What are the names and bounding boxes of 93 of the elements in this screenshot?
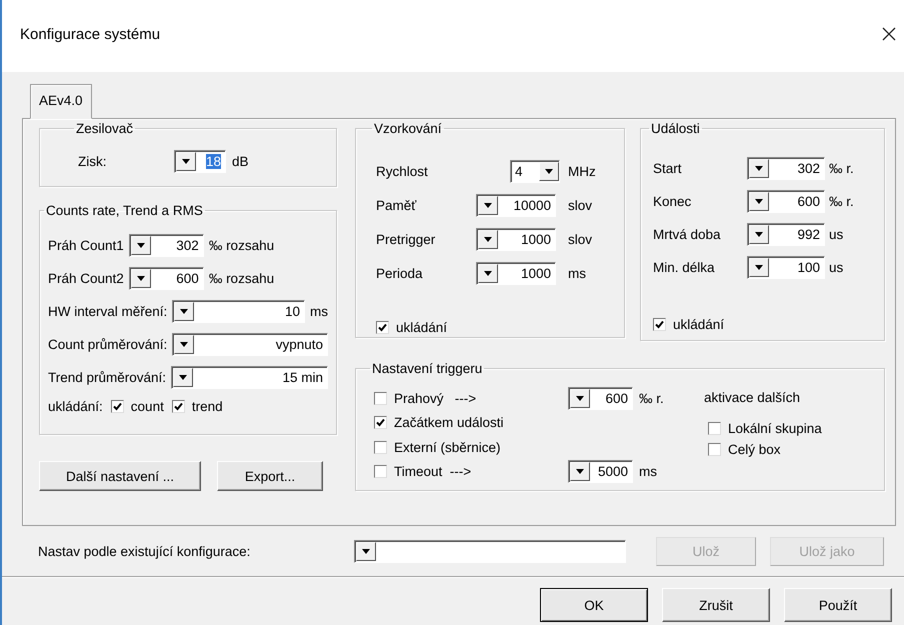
field-label: Zisk: [78, 154, 108, 169]
combo-box[interactable]: 10 [172, 300, 305, 323]
combo-box[interactable]: 600 [747, 190, 825, 213]
group-title: Události [650, 121, 701, 136]
dropdown-arrow-icon [136, 243, 145, 248]
checkbox[interactable]: Začátkem události [374, 415, 562, 430]
dropdown-arrow-icon [755, 232, 763, 237]
group-title: Zesilovač [75, 121, 134, 136]
field-label: Nastav podle existující konfigurace: [38, 544, 252, 558]
tab[interactable]: AEv4.0 [30, 84, 92, 119]
unit-label: MHz [568, 164, 597, 178]
combo-box[interactable]: 5000 [568, 460, 633, 484]
push-button[interactable]: Další nastavení ... [39, 461, 201, 491]
unit-label: ‰ r. [829, 194, 855, 209]
unit-label: ‰ rozsahu [208, 271, 274, 286]
dropdown-arrow-icon [484, 236, 492, 242]
push-button[interactable]: OK [540, 588, 648, 622]
combo-box[interactable] [354, 540, 626, 562]
field-label: HW interval měření: [48, 304, 168, 319]
check-icon [654, 319, 665, 330]
dropdown-arrow-icon [755, 199, 763, 204]
dropdown-arrow-icon [182, 159, 190, 164]
checkbox[interactable]: trend [172, 399, 223, 414]
combo-box[interactable]: 302 [747, 157, 825, 180]
dropdown-arrow-icon [362, 548, 370, 554]
dropdown-arrow-icon [180, 309, 188, 314]
combo-box[interactable]: 100 [747, 256, 825, 279]
dropdown-arrow-icon [136, 276, 145, 281]
unit-label: ms [310, 304, 328, 319]
field-label: Count průměrování: [48, 337, 168, 352]
push-button[interactable]: Export... [217, 461, 323, 491]
checkbox[interactable]: Prahový ---> [374, 390, 562, 406]
combo-box[interactable]: 4 [510, 160, 560, 182]
field-label: Pretrigger [376, 232, 436, 246]
checkbox[interactable]: Timeout ---> [374, 464, 562, 480]
group-title: Nastavení triggeru [371, 361, 484, 376]
combo-box[interactable]: 18 [174, 150, 226, 173]
unit-label: ‰ r. [639, 390, 665, 406]
field-label: Rychlost [376, 164, 429, 178]
unit-label: ms [568, 266, 587, 280]
dropdown-arrow-icon [484, 202, 492, 208]
field-label: Konec [653, 194, 692, 209]
section-label: aktivace dalších [704, 390, 802, 405]
unit-label: us [829, 260, 844, 275]
push-button[interactable]: Použít [784, 588, 892, 622]
combo-box[interactable]: 1000 [476, 228, 556, 250]
dropdown-arrow-icon [545, 168, 553, 174]
checkbox[interactable]: Externí (sběrnice) [374, 440, 562, 455]
field-label: Trend průměrování: [48, 370, 166, 385]
dropdown-arrow-icon [179, 375, 188, 380]
combo-box[interactable]: 992 [747, 223, 825, 246]
push-button[interactable]: Zrušit [662, 588, 770, 622]
check-icon [377, 322, 388, 333]
dropdown-arrow-icon [755, 265, 763, 270]
unit-label: slov [568, 198, 594, 212]
combo-box[interactable]: 10000 [476, 194, 556, 216]
check-icon [172, 401, 184, 412]
dropdown-arrow-icon [576, 469, 584, 474]
combo-box[interactable]: 302 [128, 234, 204, 257]
combo-box[interactable]: 600 [568, 386, 633, 410]
unit-label: ms [639, 464, 658, 480]
checkbox[interactable]: ukládání [376, 320, 448, 335]
field-label: ukládání: [48, 399, 103, 414]
checkbox[interactable]: ukládání [653, 317, 724, 332]
field-label: Mrtvá doba [653, 227, 722, 242]
unit-label: us [829, 227, 844, 242]
unit-label: slov [568, 232, 594, 246]
dropdown-arrow-icon [576, 396, 584, 401]
field-label: Min. délka [653, 260, 716, 275]
close-icon[interactable] [882, 27, 896, 41]
group-title: Vzorkování [373, 121, 443, 136]
combo-box[interactable]: 1000 [476, 262, 556, 284]
field-label: Start [653, 161, 683, 176]
field-label: Práh Count1 [48, 238, 124, 253]
combo-box[interactable]: 600 [128, 267, 204, 290]
field-label: Perioda [376, 266, 424, 280]
combo-box[interactable]: 15 min [171, 366, 328, 389]
field-label: Paměť [376, 198, 418, 212]
unit-label: ‰ rozsahu [208, 238, 274, 253]
combo-box[interactable]: vypnuto [172, 333, 328, 356]
checkbox[interactable]: count [110, 399, 164, 414]
unit-label: dB [232, 154, 249, 169]
window-title: Konfigurace systému [20, 26, 160, 42]
dropdown-arrow-icon [484, 270, 492, 276]
dropdown-arrow-icon [180, 342, 188, 347]
dropdown-arrow-icon [755, 166, 763, 171]
check-icon [112, 401, 123, 412]
field-label: Práh Count2 [48, 271, 124, 286]
group-title: Counts rate, Trend a RMS [45, 203, 204, 218]
unit-label: ‰ r. [829, 161, 855, 176]
checkbox[interactable]: Lokální skupina [708, 421, 822, 436]
check-icon [375, 417, 386, 428]
checkbox[interactable]: Celý box [708, 442, 822, 457]
